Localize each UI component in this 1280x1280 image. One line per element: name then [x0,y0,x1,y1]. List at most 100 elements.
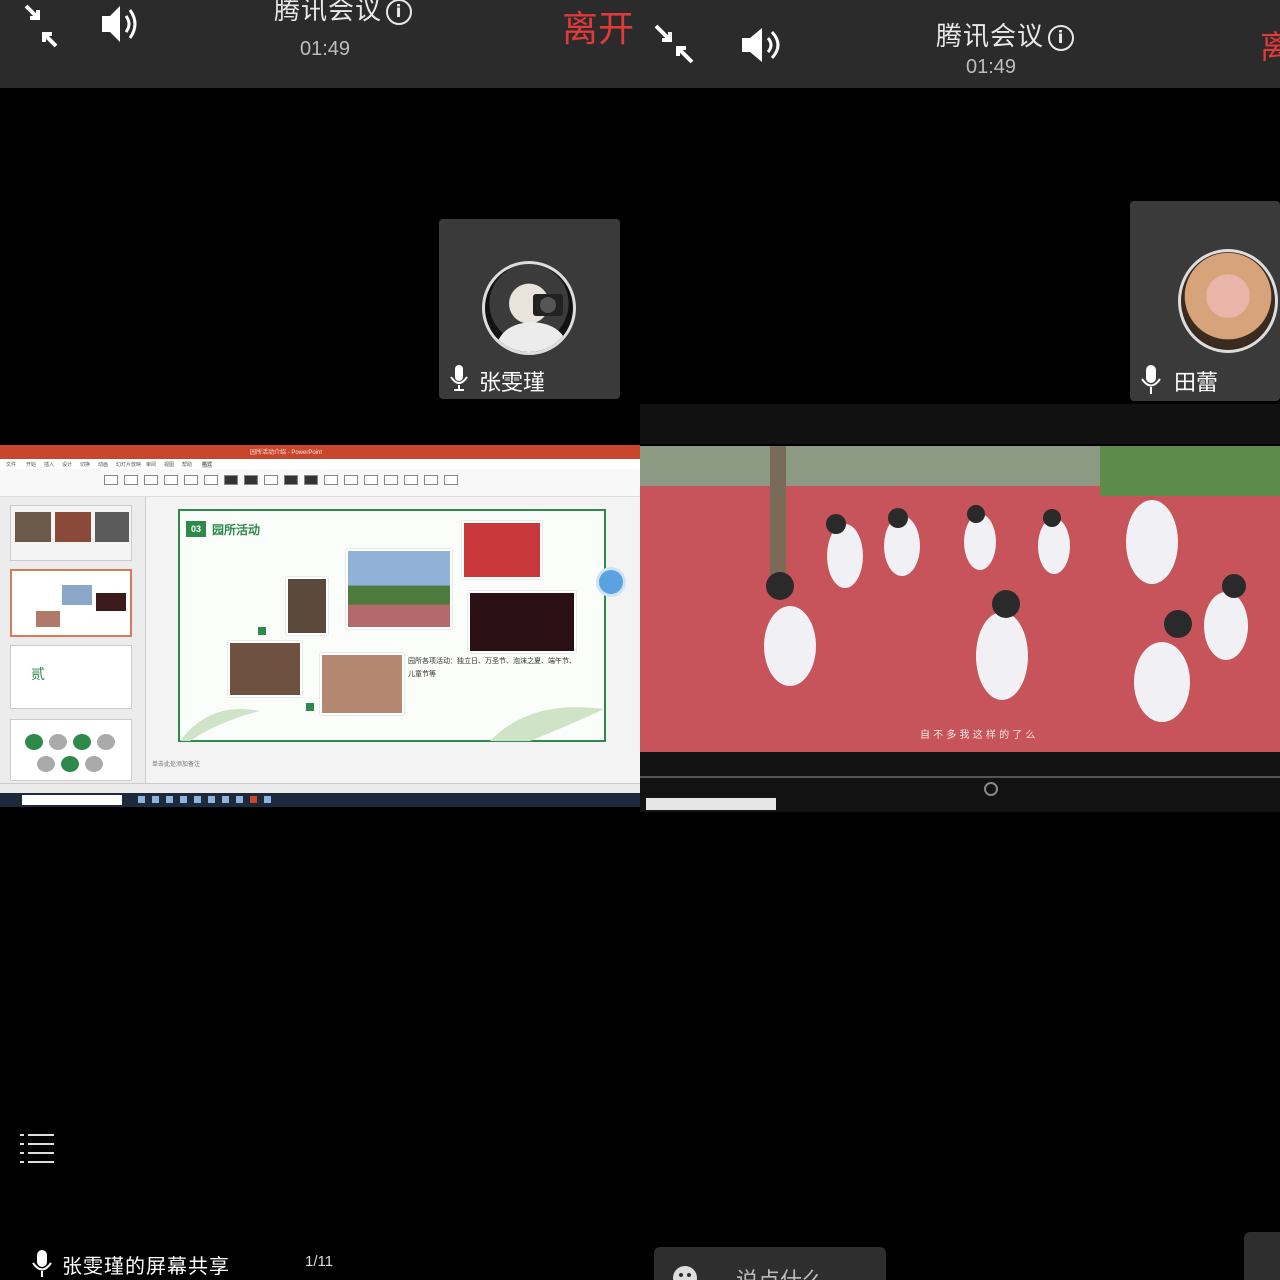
play-pause-button[interactable] [984,782,998,796]
activity-photo [468,591,576,653]
page-count: 1/11 [305,1253,334,1270]
video-frame [640,446,1280,752]
ribbon-button[interactable] [324,475,338,485]
slide-thumbnail-selected[interactable] [10,569,132,637]
participant-name: 田蕾 [1174,371,1219,396]
ribbon-button[interactable] [164,475,178,485]
ribbon-button[interactable] [184,475,198,485]
taskbar-app-icon[interactable] [236,796,243,803]
participant-name: 张雯瑾 [479,371,546,396]
slide-number-badge: 03 [186,521,206,537]
leaf-decoration [490,707,604,741]
speaker-icon[interactable] [100,0,140,48]
menu-icon[interactable] [16,1130,56,1166]
chat-input[interactable]: 说点什么 [654,1247,886,1280]
speaker-icon[interactable] [740,24,786,66]
ppt-menu-item[interactable]: 幻灯片放映 [116,461,141,468]
slide-thumbnail[interactable] [10,719,132,781]
thumb-photo [96,593,126,611]
taskbar-app-icon[interactable] [138,796,145,803]
slide-canvas[interactable]: 03 园所活动 园所各项活动：独立日、万圣节、泡沫之夏、端午节、儿童节等 [178,509,606,742]
taskbar-app-icon[interactable] [250,796,257,803]
info-icon[interactable]: i [386,0,413,25]
mic-icon [450,365,468,391]
camera-photo-icon [495,294,569,352]
meeting-title: 腾讯会议 i [274,0,413,27]
slide-caption: 园所各项活动：独立日、万圣节、泡沫之夏、端午节、儿童节等 [408,658,576,678]
ribbon-button[interactable] [364,475,378,485]
ribbon-button[interactable] [444,475,458,485]
ribbon-button[interactable] [344,475,358,485]
chat-placeholder: 说点什么 [736,1263,824,1280]
share-control-button[interactable] [1244,1232,1280,1280]
ribbon-button[interactable] [124,475,138,485]
ppt-menu-item[interactable]: 帮助 [182,461,192,468]
leave-button[interactable]: 离 [1260,22,1280,68]
taskbar-search-box[interactable] [22,795,122,805]
mic-icon [1141,365,1161,394]
thumb-chapter-number: 贰 [31,667,45,683]
ribbon-button[interactable] [144,475,158,485]
ppt-menu-item[interactable]: 审阅 [146,461,156,468]
taskbar-app-icon[interactable] [180,796,187,803]
smile-icon [673,1266,697,1280]
ribbon-button[interactable] [244,475,258,485]
ppt-title-bar: 园所活动介绍 - PowerPoint [0,445,640,459]
taskbar-search-box[interactable] [646,798,776,810]
ribbon-button[interactable] [284,475,298,485]
video-progress-bar[interactable] [640,776,1280,778]
leaf-decoration [180,709,260,741]
ppt-menu-item[interactable]: 插入 [44,461,54,468]
taskbar-app-icon[interactable] [264,796,271,803]
ribbon-button[interactable] [204,475,218,485]
ppt-menu-item[interactable]: 视图 [164,461,174,468]
ribbon-button[interactable] [384,475,398,485]
video-subtitle: 自 不 多 我 这 样 的 了 么 [920,730,1036,741]
meeting-timer: 01:49 [300,38,351,60]
slide-thumbnail[interactable] [10,505,132,561]
leave-button[interactable]: 离开 [562,0,634,52]
ribbon-button[interactable] [264,475,278,485]
thumb-photo [36,611,60,627]
ppt-menu-item[interactable]: 动画 [98,461,108,468]
ppt-menu-item[interactable]: 格式 [202,461,213,468]
exit-fullscreen-icon[interactable] [24,2,60,50]
taskbar-app-icon[interactable] [166,796,173,803]
shared-video[interactable]: 自 不 多 我 这 样 的 了 么 [640,446,1280,752]
taskbar-app-icon[interactable] [208,796,215,803]
participant-tile[interactable]: 田蕾 [1130,201,1280,401]
activity-photo [320,653,404,715]
floating-toolbar-icon[interactable] [596,567,626,597]
info-icon[interactable]: i [1048,24,1075,51]
activity-photo [346,549,452,629]
windows-taskbar [0,793,640,807]
green-square-decoration [306,703,314,711]
ppt-menu-item[interactable]: 文件 [6,461,16,468]
taskbar-app-icon[interactable] [152,796,159,803]
ppt-status-bar [0,783,640,793]
slide-title: 园所活动 [212,523,261,537]
taskbar-app-icon[interactable] [194,796,201,803]
ribbon-button[interactable] [304,475,318,485]
thumb-dot [25,734,43,750]
ribbon-button[interactable] [104,475,118,485]
thumb-photo [62,585,92,605]
ribbon-button[interactable] [224,475,238,485]
ribbon-button[interactable] [424,475,438,485]
ppt-menu-item[interactable]: 设计 [62,461,72,468]
ppt-menu-item[interactable]: 开始 [26,461,36,468]
meeting-timer: 01:49 [966,56,1017,78]
shared-window-strip [640,404,1280,444]
exit-fullscreen-icon[interactable] [654,24,694,64]
ppt-menu-item[interactable]: 切换 [80,461,90,468]
taskbar-app-icon[interactable] [222,796,229,803]
ppt-ribbon [0,469,640,497]
screen-share-powerpoint[interactable]: 园所活动介绍 - PowerPoint 文件 开始 插入 设计 切换 动画 幻灯… [0,445,640,807]
thumb-dot [49,734,67,750]
ribbon-button[interactable] [404,475,418,485]
notes-placeholder[interactable]: 单击此处添加备注 [152,759,200,768]
slide-thumbnail[interactable]: 贰 [10,645,132,709]
activity-photo [286,577,328,635]
participant-tile[interactable]: 张雯瑾 [439,219,620,399]
thumb-photo [15,512,51,542]
